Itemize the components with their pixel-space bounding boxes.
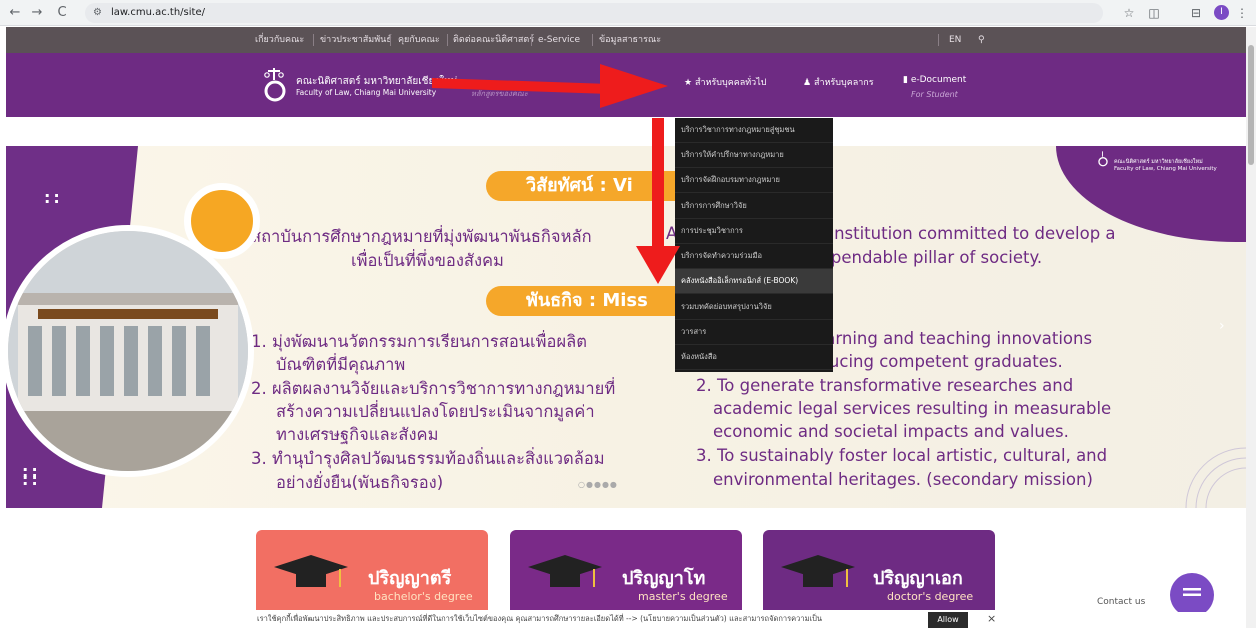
topnav-news[interactable]: ข่าวประชาสัมพันธ์ <box>320 27 392 53</box>
card-master-subtitle: master's degree <box>638 590 728 603</box>
dropdown-item-community-legal[interactable]: บริการวิชาการทางกฎหมายสู่ชุมชน <box>675 118 833 143</box>
faculty-logo-small-icon <box>1098 151 1108 167</box>
site-info-icon[interactable]: ⚙ <box>93 3 102 23</box>
vision-th-line2: เพื่อเป็นที่พึ่งของสังคม <box>351 251 504 270</box>
logo-title-en[interactable]: Faculty of Law, Chiang Mai University <box>296 88 436 97</box>
dropdown-item-ebook[interactable]: คลังหนังสืออิเล็กทรอนิกส์ (E-BOOK) <box>675 269 833 294</box>
chat-button[interactable] <box>1170 573 1214 617</box>
topnav-divider <box>938 34 939 46</box>
nav-general-public-label: สำหรับบุคคลทั่วไป <box>694 78 767 88</box>
decor-circle-lines-icon <box>1185 447 1246 508</box>
address-bar[interactable]: ⚙ law.cmu.ac.th/site/ <box>85 3 1103 23</box>
nav-general-public[interactable]: ★ สำหรับบุคคลทั่วไป <box>684 75 766 89</box>
back-icon[interactable]: ← <box>6 4 24 22</box>
bookmark-star-icon[interactable]: ☆ <box>1120 4 1138 22</box>
mission-en-line: environmental heritages. (secondary miss… <box>713 470 1093 489</box>
graduation-cap-icon <box>781 555 855 587</box>
slider-pagination[interactable]: ○●●●● <box>578 480 618 489</box>
mission-th-line: บัณฑิตที่มีคุณภาพ <box>276 355 406 374</box>
nav-personnel-label: สำหรับบุคลากร <box>813 78 874 88</box>
mission-en-line: 3. To sustainably foster local artistic,… <box>696 446 1108 465</box>
forward-icon[interactable]: → <box>28 4 46 22</box>
browser-toolbar: ← → C ⚙ law.cmu.ac.th/site/ ☆ ◫ ⊟ I ⋮ <box>0 0 1256 26</box>
language-switch[interactable]: EN <box>949 27 961 53</box>
decor-dot-grid: :: <box>44 188 63 207</box>
decor-orange-circle <box>184 183 260 259</box>
decor-dot-grid: :::: <box>22 462 41 489</box>
site-top-nav: เกี่ยวกับคณะ ข่าวประชาสัมพันธ์ คุยกับคณะ… <box>6 27 1246 53</box>
vision-th-line1: สถาบันการศึกษากฎหมายที่มุ่งพัฒนาพันธกิจห… <box>251 227 592 246</box>
file-icon: ▮ <box>903 75 908 85</box>
dropdown-item-library[interactable]: ห้องหนังสือ <box>675 345 833 370</box>
dropdown-item-research-service[interactable]: บริการการศึกษาวิจัย <box>675 194 833 219</box>
card-doctor-subtitle: doctor's degree <box>887 590 974 603</box>
card-master-title: ปริญญาโท <box>622 568 706 589</box>
mission-th-line: ทางเศรษฐกิจและสังคม <box>276 425 439 444</box>
cookie-close-icon[interactable]: × <box>987 612 996 625</box>
main-header: คณะนิติศาสตร์ มหาวิทยาลัยเชียงใหม่ Facul… <box>6 53 1246 117</box>
url-text: law.cmu.ac.th/site/ <box>111 7 205 18</box>
nav-personnel[interactable]: ♟ สำหรับบุคลากร <box>803 75 874 89</box>
card-bachelor-subtitle: bachelor's degree <box>374 590 473 603</box>
page-scrollbar[interactable] <box>1246 27 1256 628</box>
cookie-consent-bar: เราใช้คุกกี้เพื่อพัฒนาประสิทธิภาพ และประ… <box>0 612 1256 628</box>
dropdown-item-journal[interactable]: วารสาร <box>675 320 833 345</box>
nav-e-document[interactable]: ▮ e-Document <box>903 75 966 85</box>
card-bachelor-title: ปริญญาตรี <box>368 568 452 589</box>
tab-search-icon[interactable]: ⊟ <box>1187 4 1205 22</box>
users-icon: ♟ <box>803 78 812 88</box>
scrollbar-thumb[interactable] <box>1248 45 1254 165</box>
faculty-building-photo <box>2 225 254 477</box>
mission-en-line: academic legal services resulting in mea… <box>713 399 1112 418</box>
mission-en-line: 2. To generate transformative researches… <box>696 376 1074 395</box>
card-doctor-title: ปริญญาเอก <box>873 568 963 589</box>
general-public-dropdown: บริการวิชาการทางกฎหมายสู่ชุมชน บริการให้… <box>675 118 833 372</box>
topnav-about[interactable]: เกี่ยวกับคณะ <box>255 27 304 53</box>
topnav-eservice[interactable]: e-Service <box>538 27 580 53</box>
reload-icon[interactable]: C <box>53 4 71 22</box>
graduation-cap-icon <box>528 555 602 587</box>
faculty-logo-icon[interactable] <box>260 65 290 105</box>
dropdown-item-research-abstracts[interactable]: รวมบทคัดย่อบทสรุปงานวิจัย <box>675 295 833 320</box>
card-doctor[interactable]: ปริญญาเอก doctor's degree <box>763 530 995 610</box>
nav-e-document-label: e-Document <box>910 75 967 85</box>
browser-menu-icon[interactable]: ⋮ <box>1233 4 1251 22</box>
badge-title-th: คณะนิติศาสตร์ มหาวิทยาลัยเชียงใหม่ <box>1114 159 1203 165</box>
menu-lines-icon <box>1183 588 1201 596</box>
topnav-contact[interactable]: ติดต่อคณะนิติศาสตร์ <box>453 27 534 53</box>
badge-title-en: Faculty of Law, Chiang Mai University <box>1114 166 1217 172</box>
star-icon: ★ <box>684 78 693 88</box>
profile-avatar[interactable]: I <box>1214 5 1229 20</box>
logo-sub-label[interactable]: หลักสูตรของคณะ <box>471 88 528 100</box>
dropdown-item-cooperation[interactable]: บริการจัดทำความร่วมมือ <box>675 244 833 269</box>
dropdown-item-legal-training[interactable]: บริการจัดฝึกอบรมทางกฎหมาย <box>675 168 833 193</box>
topnav-divider <box>592 34 593 46</box>
cookie-allow-button[interactable]: Allow <box>928 612 968 628</box>
topnav-divider <box>390 34 391 46</box>
search-icon[interactable]: ⚲ <box>978 27 985 53</box>
logo-title-th[interactable]: คณะนิติศาสตร์ มหาวิทยาลัยเชียงใหม่ <box>296 74 457 89</box>
topnav-talk[interactable]: คุยกับคณะ <box>398 27 440 53</box>
mission-en-line: economic and societal impacts and values… <box>713 422 1069 441</box>
card-bachelor[interactable]: ปริญญาตรี bachelor's degree <box>256 530 488 610</box>
topnav-divider <box>531 34 532 46</box>
dropdown-item-legal-advice[interactable]: บริการให้คำปรึกษาทางกฎหมาย <box>675 143 833 168</box>
graduation-cap-icon <box>274 555 348 587</box>
card-master[interactable]: ปริญญาโท master's degree <box>510 530 742 610</box>
topnav-divider <box>447 34 448 46</box>
extensions-icon[interactable]: ◫ <box>1145 4 1163 22</box>
topnav-public-info[interactable]: ข้อมูลสาธารณะ <box>599 27 661 53</box>
dropdown-item-conference[interactable]: การประชุมวิชาการ <box>675 219 833 244</box>
mission-th-line: 3. ทำนุบำรุงศิลปวัฒนธรรมท้องถิ่นและสิ่งแ… <box>251 449 605 468</box>
mission-th-line: อย่างยั่งยืน(พันธกิจรอง) <box>276 473 444 492</box>
topnav-divider <box>313 34 314 46</box>
cookie-text: เราใช้คุกกี้เพื่อพัฒนาประสิทธิภาพ และประ… <box>257 614 822 623</box>
contact-us-label[interactable]: Contact us <box>1097 597 1145 607</box>
slider-next-icon[interactable]: › <box>1219 318 1225 334</box>
nav-for-student: For Student <box>911 90 958 99</box>
